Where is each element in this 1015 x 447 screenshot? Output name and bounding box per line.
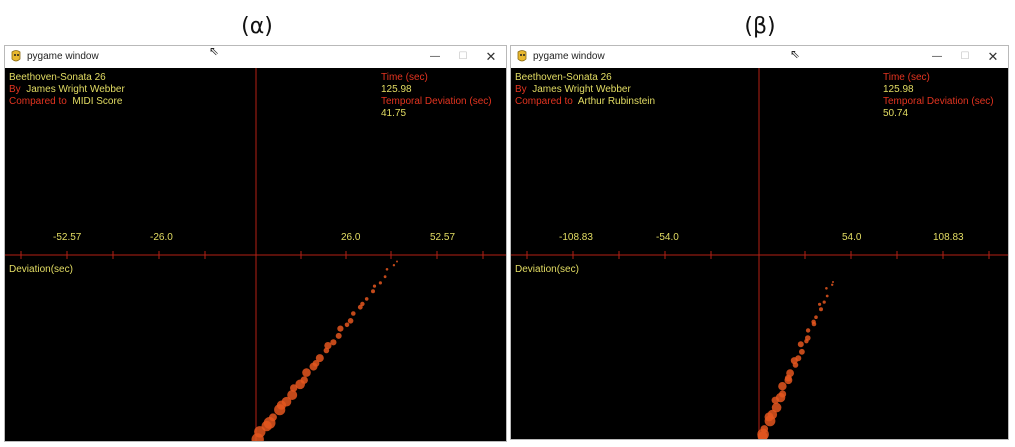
mouse-cursor-icon: ⇖ xyxy=(790,47,801,61)
deviation-dot xyxy=(351,311,356,316)
deviation-dot xyxy=(344,322,350,328)
time-value: 125.98 xyxy=(883,84,914,95)
close-button[interactable]: ✕ xyxy=(978,46,1008,68)
maximize-button[interactable]: ☐ xyxy=(950,46,980,68)
y-axis-label: Deviation(sec) xyxy=(515,264,579,275)
deviation-plot xyxy=(511,68,1008,439)
close-button[interactable]: ✕ xyxy=(476,46,506,68)
deviation-dot xyxy=(811,321,817,327)
deviation-dot xyxy=(831,283,834,286)
caption-beta: (β) xyxy=(744,14,776,39)
x-tick-label: 108.83 xyxy=(933,232,964,243)
maximize-button[interactable]: ☐ xyxy=(448,46,478,68)
performer-line: By James Wright Webber xyxy=(515,84,631,96)
pygame-window-alpha[interactable]: pygame window — ☐ ✕ Beethoven-Sonata 26 … xyxy=(4,45,507,442)
deviation-dot xyxy=(337,325,344,332)
deviation-dot xyxy=(396,260,398,263)
mouse-cursor-icon: ⇖ xyxy=(209,44,220,58)
piece-title: Beethoven-Sonata 26 xyxy=(515,72,612,83)
x-tick-label: -26.0 xyxy=(150,232,173,243)
time-label: Time (sec) xyxy=(883,72,930,83)
pygame-icon xyxy=(517,50,527,62)
x-tick-label: -52.57 xyxy=(53,232,82,243)
deviation-dot xyxy=(274,404,286,416)
reference-name: Arthur Rubinstein xyxy=(577,96,656,107)
deviation-dots xyxy=(757,281,834,439)
deviation-dot xyxy=(323,347,330,354)
x-tick-label: -108.83 xyxy=(559,232,593,243)
deviation-dot xyxy=(378,281,382,285)
compared-label: Compared to xyxy=(9,96,67,107)
deviation-dots xyxy=(251,260,398,441)
window-title: pygame window xyxy=(533,51,605,62)
caption-alpha: (α) xyxy=(241,14,273,39)
deviation-dot xyxy=(792,362,799,368)
deviation-value: 41.75 xyxy=(381,108,407,119)
deviation-dot xyxy=(771,396,779,404)
deviation-dot xyxy=(804,339,809,344)
deviation-dot xyxy=(392,264,396,267)
deviation-dot xyxy=(372,284,377,288)
by-label: By xyxy=(515,84,527,95)
deviation-dot xyxy=(819,307,823,312)
pygame-icon xyxy=(11,50,21,62)
comparison-line: Compared to Arthur Rubinstein xyxy=(515,96,655,108)
comparison-line: Compared to MIDI Score xyxy=(9,96,122,108)
deviation-dot xyxy=(347,318,354,324)
compared-label: Compared to xyxy=(515,96,573,107)
deviation-plot xyxy=(5,68,506,441)
visualization-canvas: Beethoven-Sonata 26 By James Wright Webb… xyxy=(5,68,506,441)
deviation-dot xyxy=(371,289,375,294)
deviation-dot xyxy=(764,415,776,427)
reference-name: MIDI Score xyxy=(72,96,123,107)
deviation-dot xyxy=(309,362,318,371)
pygame-window-beta[interactable]: pygame window — ☐ ✕ Beethoven-Sonata 26 … xyxy=(510,45,1009,440)
deviation-dot xyxy=(832,281,834,283)
x-tick-label: -54.0 xyxy=(656,232,679,243)
deviation-dot xyxy=(805,328,811,333)
deviation-dot xyxy=(383,275,387,279)
deviation-dot xyxy=(335,332,342,339)
deviation-dot xyxy=(825,287,828,290)
by-label: By xyxy=(9,84,21,95)
deviation-dot xyxy=(302,368,311,377)
x-tick-label: 26.0 xyxy=(341,232,361,243)
title-bar[interactable]: pygame window — ☐ ✕ xyxy=(511,46,1008,68)
time-value: 125.98 xyxy=(381,84,412,95)
performer-name: James Wright Webber xyxy=(26,84,125,95)
deviation-dot xyxy=(797,341,804,348)
deviation-label: Temporal Deviation (sec) xyxy=(883,96,994,107)
deviation-dot xyxy=(818,302,822,306)
performer-name: James Wright Webber xyxy=(532,84,631,95)
deviation-dot xyxy=(825,294,829,298)
x-tick-label: 54.0 xyxy=(842,232,862,243)
minimize-button[interactable]: — xyxy=(922,46,952,68)
time-label: Time (sec) xyxy=(381,72,428,83)
y-axis-label: Deviation(sec) xyxy=(9,264,73,275)
piece-title: Beethoven-Sonata 26 xyxy=(9,72,106,83)
deviation-dot xyxy=(822,300,826,304)
visualization-canvas: Beethoven-Sonata 26 By James Wright Webb… xyxy=(511,68,1008,439)
deviation-dot xyxy=(778,382,787,391)
deviation-dot xyxy=(364,297,369,301)
performer-line: By James Wright Webber xyxy=(9,84,125,96)
deviation-dot xyxy=(799,348,805,355)
deviation-dot xyxy=(385,268,389,271)
deviation-label: Temporal Deviation (sec) xyxy=(381,96,492,107)
deviation-dot xyxy=(814,315,818,319)
title-bar[interactable]: pygame window — ☐ ✕ xyxy=(5,46,506,68)
deviation-dot xyxy=(784,376,793,385)
x-tick-label: 52.57 xyxy=(430,232,456,243)
window-title: pygame window xyxy=(27,51,99,62)
deviation-dot xyxy=(357,304,363,310)
deviation-value: 50.74 xyxy=(883,108,909,119)
minimize-button[interactable]: — xyxy=(420,46,450,68)
